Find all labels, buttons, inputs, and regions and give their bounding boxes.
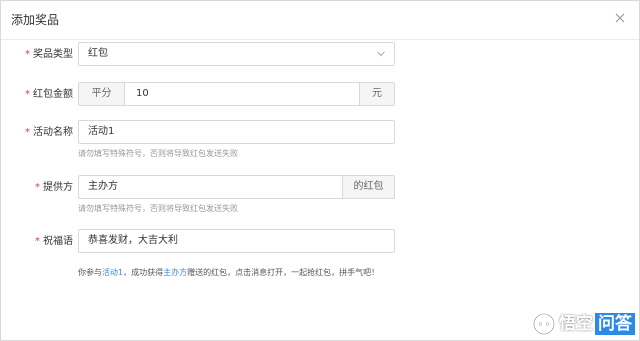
provider-label: * 提供方	[35, 182, 73, 193]
amount-label: * 红包金额	[25, 89, 73, 100]
provider-suffix-addon: 的红包	[342, 175, 395, 199]
blessing-input[interactable]: 恭喜发财，大吉大利	[78, 229, 395, 253]
amount-unit-addon: 元	[359, 82, 395, 106]
dialog-header: 添加奖品	[1, 1, 639, 40]
amount-input[interactable]: 10	[124, 82, 360, 106]
watermark-text: 悟空	[559, 314, 593, 334]
activity-name-hint: 请勿填写特殊符号，否则将导致红包发送失败	[78, 149, 238, 158]
blessing-label: * 祝福语	[35, 236, 73, 247]
close-icon[interactable]	[615, 13, 625, 23]
add-prize-dialog: 添加奖品 * 奖品类型 红包 * 红包金额 平分 10 元 * 活动名称 活动1 请勿…	[0, 0, 640, 341]
amount-mode-addon: 平分	[78, 82, 125, 106]
message-preview: 你参与活动1，成功获得主办方赠送的红包，点击消息打开，一起抢红包，拼手气吧！	[78, 268, 380, 277]
speech-bubble-icon	[532, 312, 556, 336]
prize-type-value: 红包	[88, 48, 108, 59]
provider-input[interactable]: 主办方	[78, 175, 343, 199]
chevron-down-icon	[377, 51, 385, 57]
prize-type-select[interactable]: 红包	[78, 42, 395, 66]
prize-type-label: * 奖品类型	[25, 49, 73, 60]
activity-name-label: * 活动名称	[25, 127, 73, 138]
watermark: 悟空 问答	[532, 311, 635, 337]
dialog-title: 添加奖品	[11, 13, 60, 27]
activity-name-input[interactable]: 活动1	[78, 120, 395, 144]
watermark-badge: 问答	[595, 313, 635, 335]
provider-hint: 请勿填写特殊符号，否则将导致红包发送失败	[78, 204, 238, 213]
